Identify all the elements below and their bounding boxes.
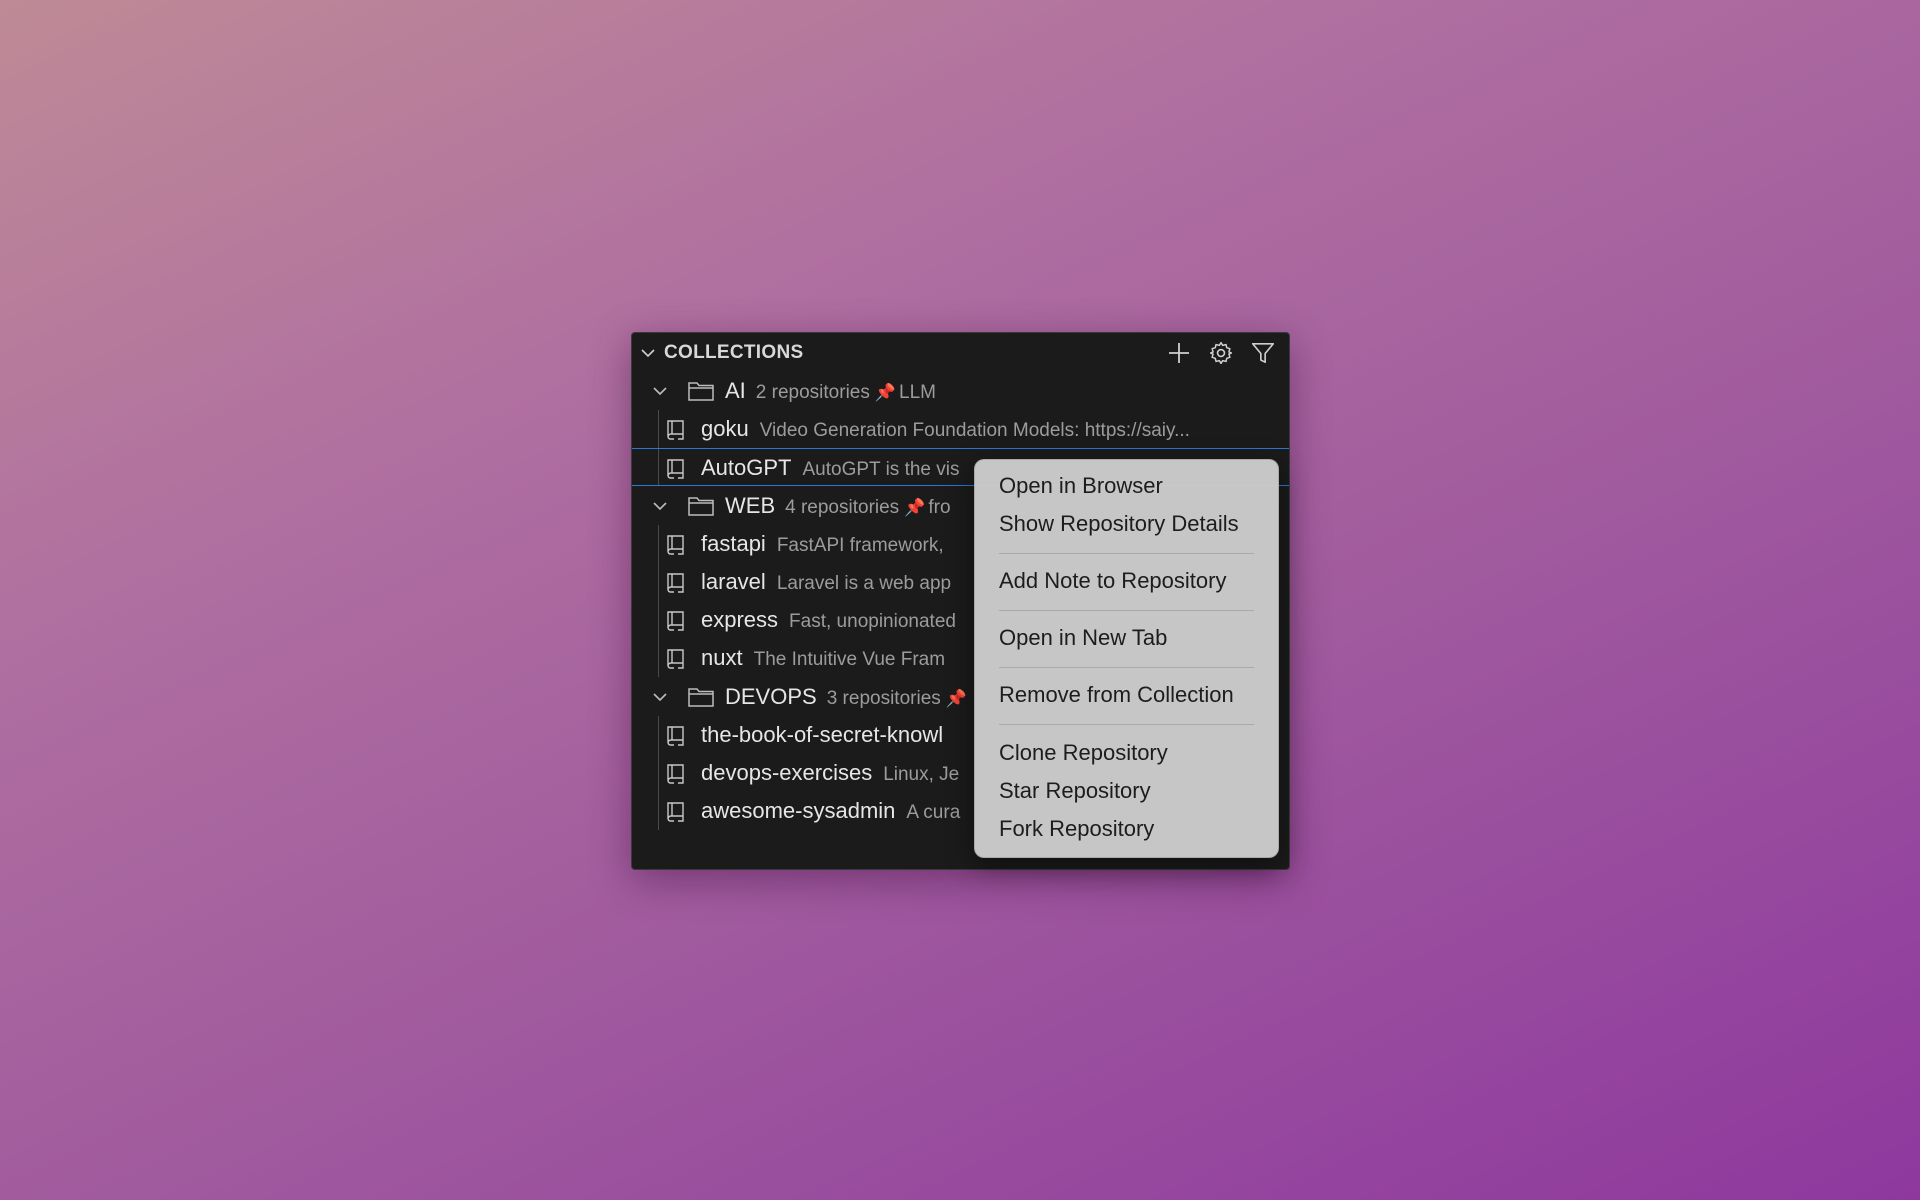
menu-separator — [999, 553, 1254, 554]
folder-icon — [688, 688, 714, 707]
repo-description: AutoGPT is the vis — [802, 459, 960, 480]
collection-name: DEVOPS — [725, 684, 817, 709]
repo-icon — [667, 802, 684, 822]
repo-name: the-book-of-secret-knowl — [701, 722, 944, 747]
pin-icon: 📌 — [945, 689, 967, 708]
repo-name: awesome-sysadmin — [701, 798, 896, 823]
repo-name: AutoGPT — [701, 455, 792, 480]
menu-separator — [999, 667, 1254, 668]
repo-description: Linux, Je — [883, 764, 960, 785]
panel-title: COLLECTIONS — [664, 342, 804, 363]
pin-icon: 📌 — [904, 498, 926, 517]
filter-button[interactable] — [1247, 339, 1279, 367]
menu-item-add-note[interactable]: Add Note to Repository — [999, 562, 1266, 600]
menu-separator — [999, 724, 1254, 725]
collections-header[interactable]: COLLECTIONS — [632, 333, 1289, 371]
filter-icon — [1251, 342, 1275, 364]
repo-name: laravel — [701, 569, 766, 594]
repo-icon — [667, 649, 684, 669]
repo-description: The Intuitive Vue Fram — [753, 649, 946, 670]
repo-icon — [667, 535, 684, 555]
repo-description: Video Generation Foundation Models: http… — [759, 420, 1190, 441]
repo-icon — [667, 573, 684, 593]
repo-icon — [667, 726, 684, 746]
menu-item-open-in-new-tab[interactable]: Open in New Tab — [999, 619, 1266, 657]
plus-icon — [1169, 343, 1189, 363]
collection-name: AI — [725, 378, 746, 403]
repo-count: 2 repositories — [755, 382, 870, 403]
menu-item-remove-from-collection[interactable]: Remove from Collection — [999, 676, 1266, 714]
repo-name: fastapi — [701, 531, 766, 556]
repo-icon — [667, 611, 684, 631]
chevron-down-icon[interactable] — [652, 498, 668, 514]
chevron-down-icon[interactable] — [640, 345, 656, 361]
list-item[interactable]: goku Video Generation Foundation Models:… — [632, 410, 1289, 448]
repo-icon — [667, 420, 684, 440]
repo-description: A cura — [906, 802, 961, 823]
repo-description: Laravel is a web app — [776, 573, 952, 594]
chevron-down-icon[interactable] — [652, 383, 668, 399]
repo-name: nuxt — [701, 645, 743, 670]
folder-icon — [688, 497, 714, 516]
menu-item-star-repository[interactable]: Star Repository — [999, 772, 1266, 810]
collection-note: LLM — [899, 382, 936, 403]
repo-icon — [667, 459, 684, 479]
gear-icon — [1209, 341, 1233, 365]
repo-icon — [667, 764, 684, 784]
menu-separator — [999, 610, 1254, 611]
repo-description: FastAPI framework, — [776, 535, 944, 556]
repo-description: Fast, unopinionated — [789, 611, 956, 632]
repo-name: devops-exercises — [701, 760, 873, 785]
collection-note: fro — [928, 497, 951, 518]
pin-icon: 📌 — [874, 383, 897, 402]
repo-count: 4 repositories — [785, 497, 900, 518]
chevron-down-icon[interactable] — [652, 689, 668, 705]
menu-item-open-in-browser[interactable]: Open in Browser — [999, 467, 1266, 505]
folder-icon — [688, 382, 714, 401]
repo-name: express — [701, 607, 779, 632]
collection-ai[interactable]: AI 2 repositories 📌 LLM — [632, 372, 1289, 410]
collection-name: WEB — [725, 493, 776, 518]
add-collection-button[interactable] — [1163, 339, 1195, 367]
menu-item-clone-repository[interactable]: Clone Repository — [999, 734, 1266, 772]
repo-name: goku — [701, 416, 749, 441]
menu-item-show-repository-details[interactable]: Show Repository Details — [999, 505, 1266, 543]
context-menu: Open in Browser Show Repository Details … — [974, 459, 1279, 858]
repo-count: 3 repositories — [826, 688, 941, 709]
settings-button[interactable] — [1205, 339, 1237, 367]
menu-item-fork-repository[interactable]: Fork Repository — [999, 810, 1266, 848]
